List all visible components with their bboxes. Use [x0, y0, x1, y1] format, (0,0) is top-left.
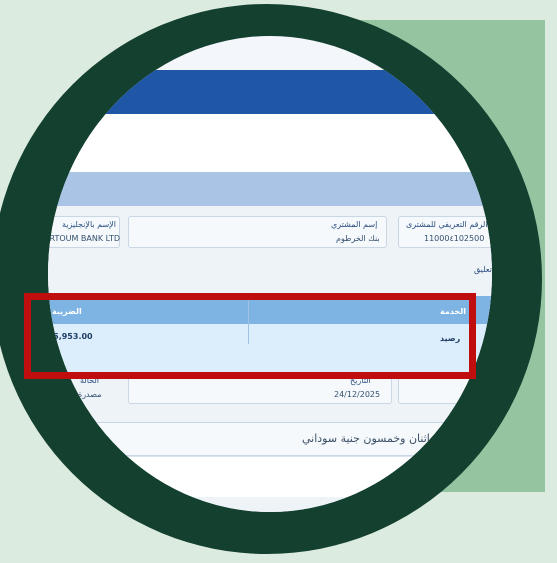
magnified-screen: الرقم التعريفي للمشترى 11000٤102500 إسم … [48, 36, 492, 512]
english-name-value: ARTOUM BANK LTD [48, 234, 121, 243]
highlight-box [24, 293, 476, 379]
header-panel [48, 114, 492, 172]
footer-bar [48, 456, 492, 497]
amount-in-words: واثنان وخمسون جنية سوداني [302, 432, 436, 445]
customer-name-value: بنك الخرطوم [336, 234, 380, 243]
customer-id-value: 11000٤102500 [424, 234, 485, 243]
customer-name-label: إسم المشتري [331, 220, 378, 229]
customer-id-label: الرقم التعريفي للمشترى [406, 220, 488, 229]
english-name-label: الإسم بالإنجليزية [62, 220, 116, 229]
status-value: مصدرة [78, 390, 102, 399]
date-value: 24/12/2025 [334, 390, 381, 399]
section-band [48, 172, 492, 206]
app-header-bar [48, 70, 492, 114]
comment-label: تعليق [474, 265, 492, 274]
